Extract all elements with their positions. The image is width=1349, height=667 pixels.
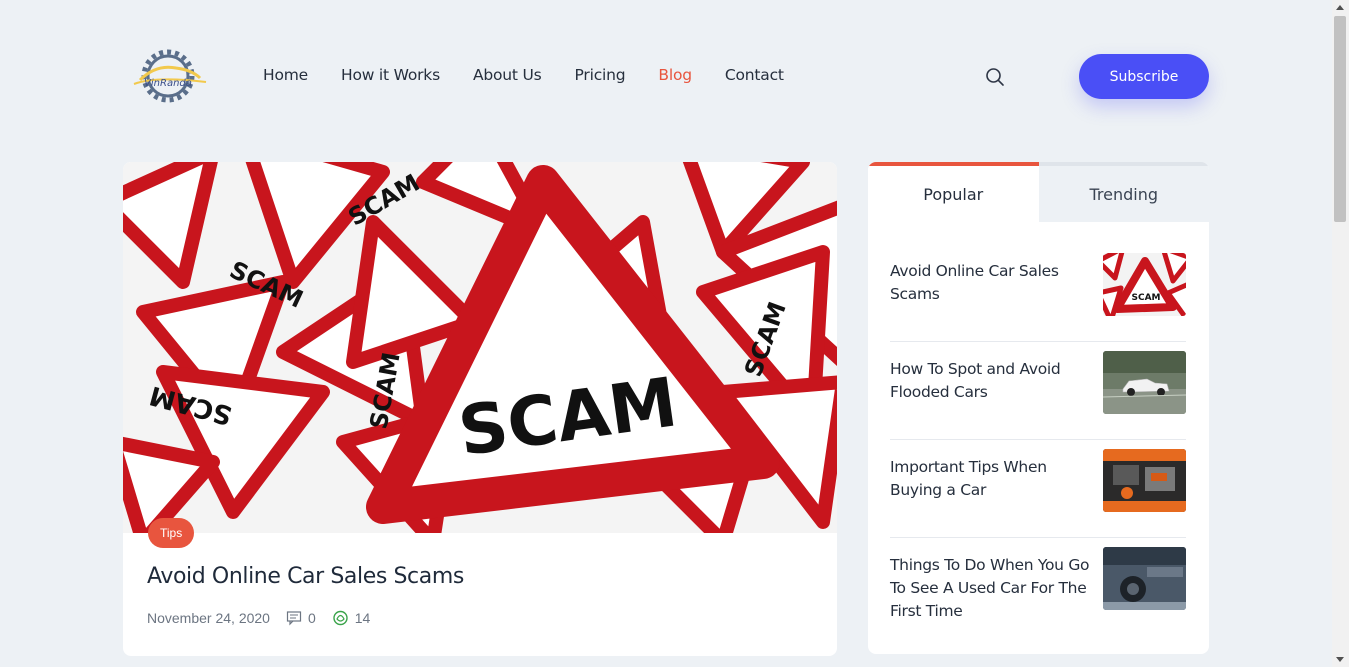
scroll-down-icon[interactable]	[1336, 657, 1344, 662]
sidebar-tabs: Popular Trending	[868, 162, 1209, 222]
main-nav: Home How it Works About Us Pricing Blog …	[263, 66, 817, 84]
post-title[interactable]: Avoid Online Car Sales Scams	[147, 564, 464, 589]
list-item-title[interactable]: Avoid Online Car Sales Scams	[890, 260, 1090, 306]
svg-text:VinRanda: VinRanda	[144, 78, 192, 89]
post-meta: November 24, 2020 0 14	[147, 609, 386, 626]
nav-about-us[interactable]: About Us	[473, 66, 542, 84]
list-item[interactable]: How To Spot and Avoid Flooded Cars	[890, 342, 1186, 440]
tab-popular[interactable]: Popular	[868, 162, 1039, 222]
subscribe-button[interactable]: Subscribe	[1079, 54, 1209, 99]
tab-trending[interactable]: Trending	[1038, 162, 1209, 222]
list-item-title[interactable]: How To Spot and Avoid Flooded Cars	[890, 358, 1090, 404]
post-tag-badge[interactable]: Tips	[148, 518, 195, 548]
list-item[interactable]: Avoid Online Car Sales Scams SCAM	[890, 244, 1186, 342]
comment-icon	[286, 610, 302, 625]
post-image[interactable]: SCAM SCAM SCAM SCAM SCAM SCAM	[123, 162, 837, 533]
list-item-thumbnail[interactable]	[1103, 547, 1186, 610]
list-item-thumbnail[interactable]: SCAM	[1103, 253, 1186, 316]
brand-logo[interactable]: VinRanda	[126, 46, 210, 106]
site-header: VinRanda Home How it Works About Us Pric…	[0, 0, 1332, 150]
list-item-title[interactable]: Important Tips When Buying a Car	[890, 456, 1090, 502]
list-item-thumbnail[interactable]	[1103, 351, 1186, 414]
popular-posts-list: Avoid Online Car Sales Scams SCAM How To…	[890, 244, 1186, 636]
views-icon	[333, 610, 348, 626]
nav-how-it-works[interactable]: How it Works	[341, 66, 440, 84]
list-item-thumbnail[interactable]	[1103, 449, 1186, 512]
sidebar-widget: Popular Trending Avoid Online Car Sales …	[868, 162, 1209, 654]
nav-home[interactable]: Home	[263, 66, 308, 84]
search-icon[interactable]	[984, 66, 1006, 88]
scrollbar-thumb[interactable]	[1334, 16, 1346, 222]
svg-text:SCAM: SCAM	[1131, 293, 1160, 303]
nav-pricing[interactable]: Pricing	[575, 66, 626, 84]
nav-contact[interactable]: Contact	[725, 66, 784, 84]
post-date: November 24, 2020	[147, 609, 270, 626]
list-item[interactable]: Important Tips When Buying a Car	[890, 440, 1186, 538]
list-item[interactable]: Things To Do When You Go To See A Used C…	[890, 538, 1186, 636]
page-scrollbar[interactable]	[1332, 0, 1349, 667]
list-item-title[interactable]: Things To Do When You Go To See A Used C…	[890, 554, 1090, 623]
nav-blog[interactable]: Blog	[658, 66, 692, 84]
scroll-up-icon[interactable]	[1336, 5, 1344, 10]
views-count: 14	[332, 609, 370, 626]
comments-count: 0	[286, 610, 316, 626]
